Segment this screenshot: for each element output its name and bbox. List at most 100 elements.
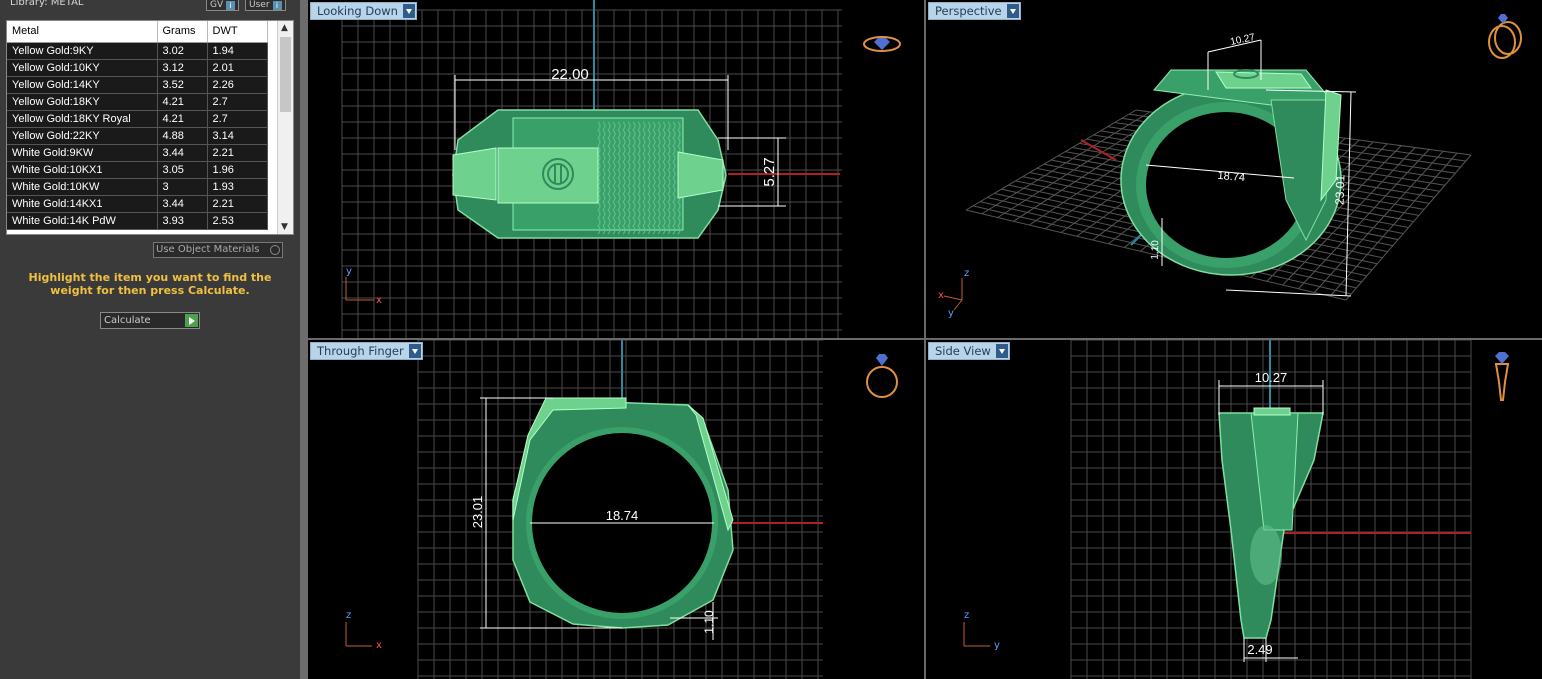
- grams-cell[interactable]: 3.93: [157, 212, 208, 230]
- metal-cell[interactable]: White Gold:14K PdW: [7, 212, 158, 230]
- metal-cell[interactable]: Yellow Gold:9KY: [7, 42, 158, 60]
- axis-label-x: x: [376, 295, 382, 306]
- scroll-down-icon[interactable]: ▼: [281, 222, 288, 232]
- axis-label-x: x: [376, 640, 382, 651]
- perspective-canvas: 10.27 18.74 23.01 1.10 z x y: [938, 14, 1522, 319]
- metal-weight-table: Metal Grams DWT Yellow Gold:9KY 3.02 1.94 Y…: [6, 20, 294, 235]
- dimension-label: 23.01: [470, 496, 485, 529]
- axis-gizmo: z x: [345, 610, 382, 651]
- viewport-looking-down[interactable]: 22.00 5.27 y x Looking Down: [308, 0, 924, 338]
- viewport-tab-side-view[interactable]: Side View: [928, 342, 1010, 360]
- metal-cell[interactable]: White Gold:14KX1: [7, 195, 158, 213]
- table-row[interactable]: White Gold:10KX1 3.05 1.96: [7, 161, 268, 179]
- viewport-divider[interactable]: [308, 338, 1542, 340]
- chevron-down-icon[interactable]: [995, 344, 1008, 358]
- dimension-label: 2.49: [1247, 642, 1272, 657]
- radio-icon: [270, 245, 280, 255]
- user-button[interactable]: User i: [245, 0, 286, 11]
- dwt-cell[interactable]: 2.53: [207, 212, 268, 230]
- table-scrollbar[interactable]: ▲ ▼: [277, 21, 293, 234]
- metal-cell[interactable]: Yellow Gold:14KY: [7, 76, 158, 94]
- play-icon: [185, 314, 198, 327]
- table-row[interactable]: Yellow Gold:9KY 3.02 1.94: [7, 42, 268, 60]
- dwt-cell[interactable]: 2.21: [207, 195, 268, 213]
- dwt-cell[interactable]: 1.94: [207, 42, 268, 60]
- grams-cell[interactable]: 4.21: [157, 110, 208, 128]
- calculate-button[interactable]: Calculate: [100, 312, 200, 329]
- ring-thumbnail-icon[interactable]: [1494, 352, 1510, 401]
- metal-cell[interactable]: Yellow Gold:22KY: [7, 127, 158, 145]
- table-row[interactable]: Yellow Gold:18KY Royal 4.21 2.7: [7, 110, 268, 128]
- grams-cell[interactable]: 3.44: [157, 144, 208, 162]
- grams-cell[interactable]: 3.05: [157, 161, 208, 179]
- axis-label-x: x: [938, 290, 944, 301]
- axis-label-z: z: [346, 610, 351, 621]
- table-row[interactable]: Yellow Gold:22KY 4.88 3.14: [7, 127, 268, 145]
- dimension-label: 5.27: [761, 157, 778, 186]
- table-row[interactable]: Yellow Gold:18KY 4.21 2.7: [7, 93, 268, 111]
- grams-cell[interactable]: 3.44: [157, 195, 208, 213]
- metal-cell[interactable]: Yellow Gold:10KY: [7, 59, 158, 77]
- table-row[interactable]: Yellow Gold:14KY 3.52 2.26: [7, 76, 268, 94]
- table-row[interactable]: White Gold:14KX1 3.44 2.21: [7, 195, 268, 213]
- weight-library-panel: Library: METAL GV i User i Metal Grams DWT…: [0, 0, 300, 679]
- scroll-thumb[interactable]: [280, 37, 291, 112]
- dimension-label: 18.74: [606, 508, 639, 523]
- metal-cell[interactable]: White Gold:10KX1: [7, 161, 158, 179]
- viewport-tab-looking-down[interactable]: Looking Down: [310, 2, 417, 20]
- grams-cell[interactable]: 4.21: [157, 93, 208, 111]
- metal-cell[interactable]: White Gold:10KW: [7, 178, 158, 196]
- ring-thumbnail-icon[interactable]: [1488, 14, 1522, 59]
- dwt-cell[interactable]: 1.96: [207, 161, 268, 179]
- viewport-perspective[interactable]: 10.27 18.74 23.01 1.10 z x y Perspective: [926, 0, 1542, 338]
- axis-label-y: y: [994, 640, 1000, 651]
- axis-gizmo: y x: [345, 266, 382, 306]
- column-header-grams[interactable]: Grams: [157, 21, 208, 43]
- ring-top-view: [452, 109, 727, 239]
- table-row[interactable]: White Gold:10KW 3 1.93: [7, 178, 268, 196]
- ring-thumbnail-icon[interactable]: [866, 354, 898, 398]
- ring-thumbnail-icon[interactable]: [863, 36, 901, 52]
- column-header-dwt[interactable]: DWT: [207, 21, 268, 43]
- ring-side-view: [1218, 407, 1324, 639]
- use-object-materials-toggle[interactable]: Use Object Materials: [153, 242, 283, 258]
- info-icon: i: [226, 1, 236, 10]
- column-header-metal[interactable]: Metal: [7, 21, 158, 43]
- metal-cell[interactable]: Yellow Gold:18KY: [7, 93, 158, 111]
- metal-cell[interactable]: White Gold:9KW: [7, 144, 158, 162]
- table-row[interactable]: Yellow Gold:10KY 3.12 2.01: [7, 59, 268, 77]
- grams-cell[interactable]: 3.12: [157, 59, 208, 77]
- dwt-cell[interactable]: 1.93: [207, 178, 268, 196]
- metal-cell[interactable]: Yellow Gold:18KY Royal: [7, 110, 158, 128]
- grams-cell[interactable]: 4.88: [157, 127, 208, 145]
- chevron-down-icon[interactable]: [1006, 4, 1019, 18]
- dwt-cell[interactable]: 2.01: [207, 59, 268, 77]
- viewport-tab-perspective[interactable]: Perspective: [928, 2, 1021, 20]
- axis-label-z: z: [964, 268, 969, 279]
- grams-cell[interactable]: 3: [157, 178, 208, 196]
- dwt-cell[interactable]: 2.26: [207, 76, 268, 94]
- chevron-down-icon[interactable]: [402, 4, 415, 18]
- table-row[interactable]: White Gold:9KW 3.44 2.21: [7, 144, 268, 162]
- viewport-tab-through-finger[interactable]: Through Finger: [310, 342, 423, 360]
- dwt-cell[interactable]: 2.7: [207, 93, 268, 111]
- chevron-down-icon[interactable]: [408, 344, 421, 358]
- viewport-side-view[interactable]: 10.27 2.49 z y Side View: [926, 340, 1542, 679]
- dwt-cell[interactable]: 2.7: [207, 110, 268, 128]
- dwt-cell[interactable]: 2.21: [207, 144, 268, 162]
- viewport-through-finger[interactable]: 23.01 18.74 1.10 z x Through Finger: [308, 340, 924, 679]
- grams-cell[interactable]: 3.02: [157, 42, 208, 60]
- dimension-label: 18.74: [1217, 170, 1245, 184]
- app-window: Library: METAL GV i User i Metal Grams DWT…: [0, 0, 1542, 679]
- gv-button[interactable]: GV i: [206, 0, 240, 11]
- grams-cell[interactable]: 3.52: [157, 76, 208, 94]
- dimension-label: 1.10: [1150, 240, 1162, 260]
- scroll-up-icon[interactable]: ▲: [281, 23, 288, 33]
- library-title: Library: METAL: [10, 0, 84, 8]
- axis-label-y: y: [346, 266, 352, 277]
- panel-splitter[interactable]: [300, 0, 308, 679]
- axis-label-y: y: [948, 308, 954, 319]
- dwt-cell[interactable]: 3.14: [207, 127, 268, 145]
- table-row[interactable]: White Gold:14K PdW 3.93 2.53: [7, 212, 268, 230]
- dimension-label: 23.01: [1332, 174, 1347, 205]
